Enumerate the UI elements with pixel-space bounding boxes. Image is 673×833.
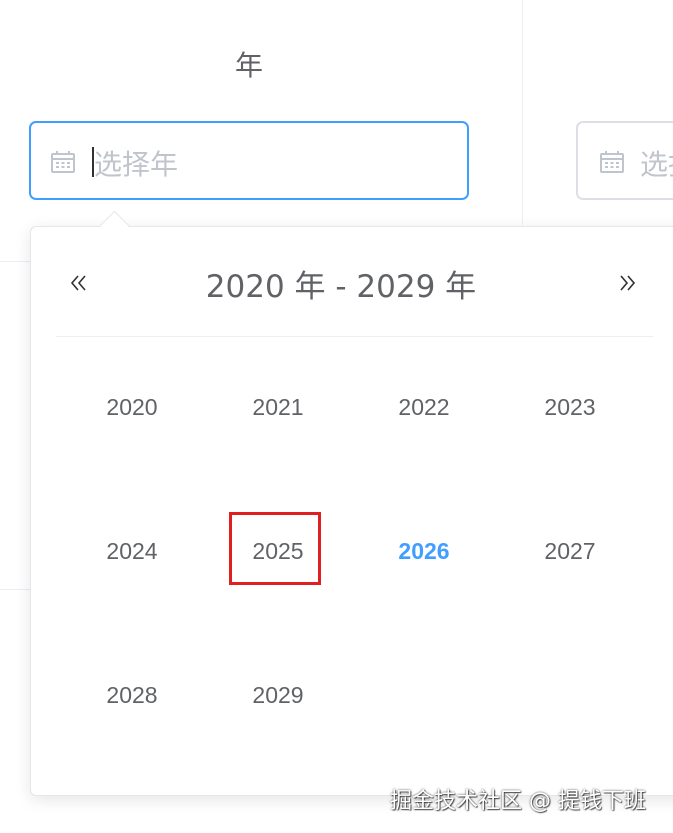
watermark: 掘金技术社区 @ 提钱下班: [390, 789, 646, 814]
column-divider: [522, 0, 523, 225]
year-cell-2025[interactable]: 2025: [218, 531, 338, 571]
decade-range-title: 2020 年 - 2029 年: [205, 269, 477, 305]
row-divider: [0, 261, 30, 262]
calendar-icon: [51, 151, 75, 173]
year-cell-2028[interactable]: 2028: [72, 675, 192, 715]
year-picker-input[interactable]: 选择年: [29, 121, 469, 200]
section-label: 年: [234, 49, 263, 82]
next-decade-button[interactable]: [607, 263, 647, 303]
double-chevron-right-icon: [620, 275, 636, 291]
year-input-placeholder: 选择年: [640, 148, 673, 181]
double-chevron-left-icon: [70, 275, 86, 291]
calendar-icon: [600, 151, 624, 173]
year-cell-2022[interactable]: 2022: [364, 387, 484, 427]
year-picker-input-2[interactable]: 选择年: [576, 121, 673, 200]
panel-divider: [56, 336, 653, 337]
page: 年 选择年 选择年: [0, 0, 673, 833]
year-cell-2026[interactable]: 2026: [364, 531, 484, 571]
year-cell-2029[interactable]: 2029: [218, 675, 338, 715]
row-divider: [0, 589, 30, 590]
year-cell-2020[interactable]: 2020: [72, 387, 192, 427]
year-cell-2024[interactable]: 2024: [72, 531, 192, 571]
year-cell-2027[interactable]: 2027: [510, 531, 630, 571]
prev-decade-button[interactable]: [59, 263, 99, 303]
year-cell-2021[interactable]: 2021: [218, 387, 338, 427]
year-input-placeholder: 选择年: [94, 148, 179, 181]
year-cell-2023[interactable]: 2023: [510, 387, 630, 427]
year-picker-panel: 2020 年 - 2029 年 2020 2021 2022 2023 2024 2025…: [30, 226, 673, 796]
